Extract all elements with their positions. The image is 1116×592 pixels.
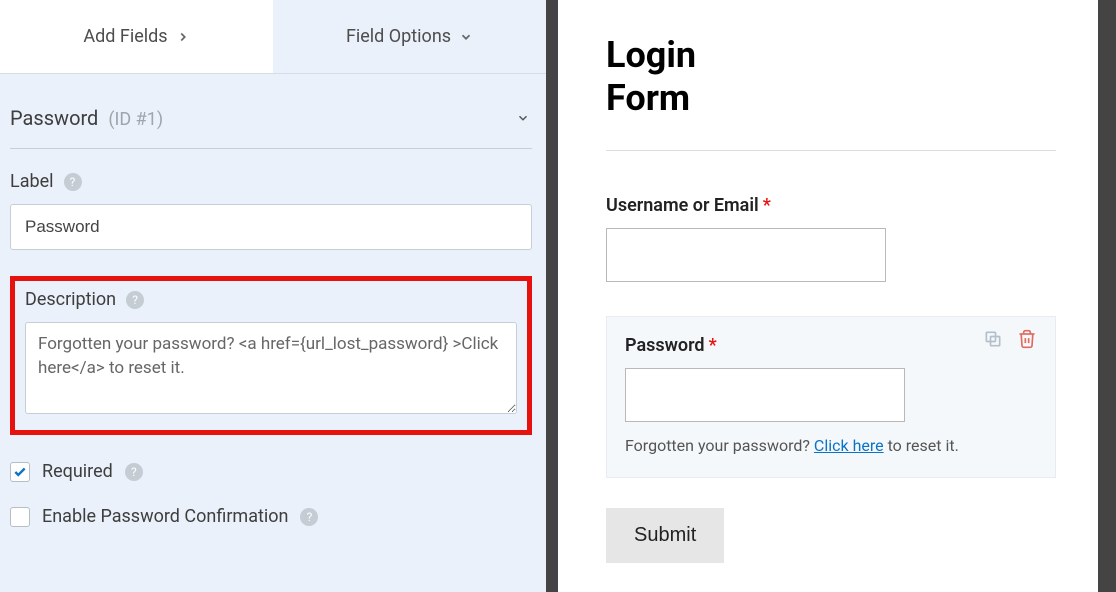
- tab-field-options-label: Field Options: [346, 26, 451, 47]
- required-star: *: [763, 195, 771, 216]
- field-id: (ID #1): [108, 109, 163, 130]
- tab-add-fields[interactable]: Add Fields: [0, 0, 273, 73]
- label-heading: Label: [10, 171, 54, 192]
- chevron-down-icon: [459, 30, 473, 44]
- confirm-checkbox[interactable]: [10, 507, 30, 527]
- description-highlight: Description ? Forgotten your password? <…: [10, 276, 532, 435]
- tab-add-fields-label: Add Fields: [83, 26, 167, 47]
- description-textarea[interactable]: Forgotten your password? <a href={url_lo…: [25, 322, 517, 414]
- chevron-right-icon: [176, 30, 190, 44]
- description-heading: Description: [25, 289, 116, 310]
- username-label: Username or Email: [606, 195, 759, 216]
- form-preview: Login Form Username or Email* Password* …: [558, 0, 1098, 592]
- confirm-label: Enable Password Confirmation: [42, 506, 288, 527]
- required-star: *: [709, 335, 717, 356]
- help-icon[interactable]: ?: [300, 508, 318, 526]
- password-label: Password: [625, 335, 705, 356]
- help-icon[interactable]: ?: [64, 173, 82, 191]
- password-hint: Forgotten your password? Click here to r…: [625, 436, 1037, 455]
- help-icon[interactable]: ?: [125, 463, 143, 481]
- label-input[interactable]: [10, 204, 532, 250]
- username-input[interactable]: [606, 228, 886, 282]
- required-label: Required: [42, 461, 113, 482]
- trash-icon[interactable]: [1017, 329, 1037, 349]
- duplicate-icon[interactable]: [983, 329, 1003, 349]
- help-icon[interactable]: ?: [126, 291, 144, 309]
- field-title: Password: [10, 106, 98, 130]
- submit-button[interactable]: Submit: [606, 508, 724, 563]
- password-field-block[interactable]: Password* Forgotten your password? Click…: [606, 316, 1056, 478]
- chevron-down-icon: [516, 111, 530, 125]
- divider: [606, 150, 1056, 151]
- password-input[interactable]: [625, 368, 905, 422]
- form-title: Login Form: [606, 34, 1056, 120]
- reset-link[interactable]: Click here: [814, 436, 884, 455]
- tab-field-options[interactable]: Field Options: [273, 0, 546, 73]
- required-checkbox[interactable]: [10, 462, 30, 482]
- field-header-toggle[interactable]: Password (ID #1): [10, 96, 532, 149]
